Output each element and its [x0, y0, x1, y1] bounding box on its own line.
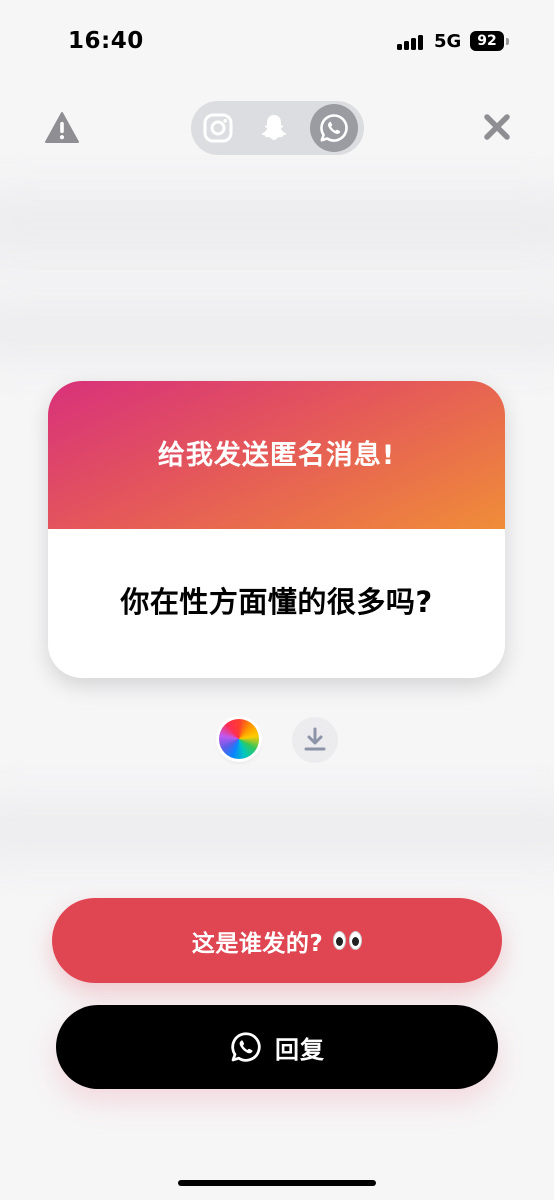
card-title: 给我发送匿名消息!	[157, 439, 396, 471]
whatsapp-icon	[320, 114, 348, 142]
whatsapp-tab[interactable]	[310, 104, 358, 152]
instagram-tab[interactable]	[194, 104, 242, 152]
card-question: 你在性方面懂的很多吗?	[120, 584, 433, 619]
instagram-icon	[203, 113, 233, 143]
snapchat-tab[interactable]	[250, 104, 298, 152]
color-wheel-icon[interactable]	[219, 719, 259, 759]
screen: 16:40 5G 92 给我发送匿名消息! 你在性方面懂的很多吗? 这是谁发的?…	[0, 0, 554, 1200]
home-indicator[interactable]	[178, 1180, 376, 1186]
card-header: 给我发送匿名消息!	[48, 381, 505, 529]
close-button[interactable]	[478, 108, 516, 146]
who-sent-button[interactable]: 这是谁发的?	[52, 898, 502, 983]
whatsapp-icon	[231, 1032, 261, 1062]
who-sent-label: 这是谁发的?	[191, 930, 324, 957]
reply-label: 回复	[275, 1035, 325, 1064]
background-blur	[0, 300, 554, 360]
network-type: 5G	[434, 31, 462, 52]
report-button[interactable]	[44, 110, 80, 146]
status-bar: 16:40 5G 92	[0, 0, 554, 80]
message-card: 给我发送匿名消息! 你在性方面懂的很多吗?	[48, 381, 505, 678]
background-blur	[0, 800, 554, 860]
download-icon	[304, 727, 326, 751]
status-time: 16:40	[68, 28, 144, 54]
download-button[interactable]	[292, 717, 338, 763]
platform-switch	[191, 101, 364, 155]
background-blur	[0, 190, 554, 260]
eyes-emoji-icon	[333, 931, 363, 950]
snapchat-icon	[261, 115, 287, 140]
card-body: 你在性方面懂的很多吗?	[48, 529, 505, 678]
battery-tip	[506, 38, 509, 45]
warning-triangle-icon	[45, 112, 79, 143]
close-icon	[484, 114, 510, 140]
signal-icon	[397, 35, 427, 50]
battery-icon: 92	[470, 31, 504, 51]
reply-button[interactable]: 回复	[56, 1005, 498, 1089]
